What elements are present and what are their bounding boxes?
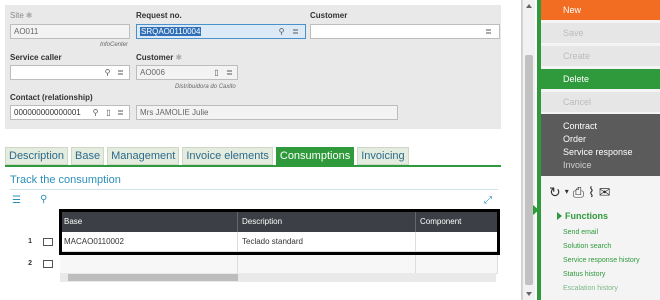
search-icon[interactable]: ⚲ [91,108,100,117]
tab-bar: Description Base Management Invoice elem… [5,147,409,165]
customer-label: Customer ✱ [136,53,183,62]
site-description: InfoCenter [100,42,129,48]
expand-icon[interactable]: ⤢ [484,195,492,206]
tab-management[interactable]: Management [107,147,180,165]
cell-component[interactable] [416,232,498,252]
table-row[interactable]: 2 ⚲ ≣ [10,254,498,274]
link-service-response[interactable]: Service response [563,146,660,159]
attachment-icon[interactable]: ⌇ [588,184,595,201]
grid-view-icon[interactable]: ☰ [12,195,21,206]
cancel-button[interactable]: Cancel [541,92,660,112]
required-star-icon: ✱ [175,53,183,62]
scrollbar-thumb[interactable] [525,55,533,285]
search-icon[interactable]: ⚲ [103,68,112,77]
customer-top-field[interactable] [310,24,500,39]
new-button[interactable]: New [541,0,660,20]
function-status-history[interactable]: Status history [563,271,605,278]
list-icon[interactable]: ≣ [484,27,493,36]
document-icon[interactable]: ▯ [212,68,221,77]
cell-base[interactable]: MACAO0110002 [60,232,238,252]
section-title: Track the consumption [10,174,121,186]
save-button[interactable]: Save [541,23,660,43]
comment-icon[interactable]: ✉ [599,184,611,201]
list-icon[interactable]: ≣ [116,108,125,117]
site-field[interactable]: AO011 [10,24,130,39]
tab-base[interactable]: Base [71,147,105,165]
row-detail-icon[interactable] [43,260,53,268]
tab-invoicing[interactable]: Invoicing [357,147,409,165]
vertical-scrollbar[interactable] [522,0,535,300]
refresh-icon[interactable]: ↻ [549,184,561,201]
expand-triangle-icon [557,212,562,220]
search-icon[interactable]: ⚲ [40,194,47,205]
service-caller-field[interactable] [10,65,130,80]
cell-base[interactable] [60,254,238,274]
print-icon[interactable]: ⎙ [573,184,584,201]
action-panel: New Save Create Delete Cancel Contract O… [537,0,660,300]
tab-description[interactable]: Description [5,147,69,165]
grid-header: Base Description Component [60,212,498,232]
tab-invoice-elements[interactable]: Invoice elements [182,147,273,165]
column-base[interactable]: Base [60,212,238,232]
links-block: Contract Order Service response Invoice [541,114,660,176]
column-component[interactable]: Component [416,212,498,232]
function-service-response-history[interactable]: Service response history [563,257,640,264]
document-icon[interactable]: ▯ [104,108,113,117]
link-invoice[interactable]: Invoice [563,159,660,172]
tab-consumptions[interactable]: Consumptions [275,147,355,165]
functions-title[interactable]: Functions [557,211,608,221]
panel-toolbar: ↻ ▾ ⎙ ⌇ ✉ [549,184,611,201]
chevron-down-icon[interactable]: ▾ [565,184,569,201]
service-caller-label: Service caller [10,53,62,62]
list-icon[interactable]: ≣ [225,68,234,77]
section-divider [10,189,498,190]
required-star-icon: ✱ [25,11,33,20]
cell-component[interactable] [416,254,498,274]
table-row[interactable]: 1 MACAO0110002 ⚲ ≣ Teclado standard [10,232,498,267]
row-detail-icon[interactable] [43,238,53,246]
scrollbar-thumb[interactable] [68,274,238,281]
site-label: Site ✱ [10,11,33,20]
tab-underline [5,165,501,167]
customer-description: Distribuidora do Caxito [175,84,236,90]
customer-top-label: Customer [310,11,348,20]
row-number: 1 [28,238,32,245]
link-order[interactable]: Order [563,133,660,146]
list-icon[interactable]: ≣ [291,27,300,36]
cell-description[interactable] [238,254,416,274]
contact-name-field: Mrs JAMOLIE Julie [136,105,398,120]
contact-label: Contact (relationship) [10,93,93,102]
scroll-down-icon[interactable] [526,292,532,296]
grid-horizontal-scrollbar[interactable] [60,273,496,282]
customer-field[interactable]: AO006 [136,65,238,80]
column-description[interactable]: Description [238,212,416,232]
link-contract[interactable]: Contract [563,120,660,133]
function-solution-search[interactable]: Solution search [563,243,611,250]
scroll-up-icon[interactable] [526,4,532,8]
create-button[interactable]: Create [541,46,660,66]
function-escalation-history[interactable]: Escalation history [563,285,618,292]
row-number: 2 [28,260,32,267]
main-area: Site ✱ AO011 InfoCenter Request no. SRQAO… [0,0,522,300]
header-panel: Site ✱ AO011 InfoCenter Request no. SRQAO… [5,5,501,129]
function-send-email[interactable]: Send email [563,229,598,236]
collapse-panel-icon[interactable] [533,205,539,215]
list-icon[interactable]: ≣ [116,68,125,77]
delete-button[interactable]: Delete [541,69,660,89]
search-icon[interactable]: ⚲ [277,27,286,36]
cell-description[interactable]: Teclado standard [238,232,416,252]
request-no-label: Request no. [136,11,182,20]
